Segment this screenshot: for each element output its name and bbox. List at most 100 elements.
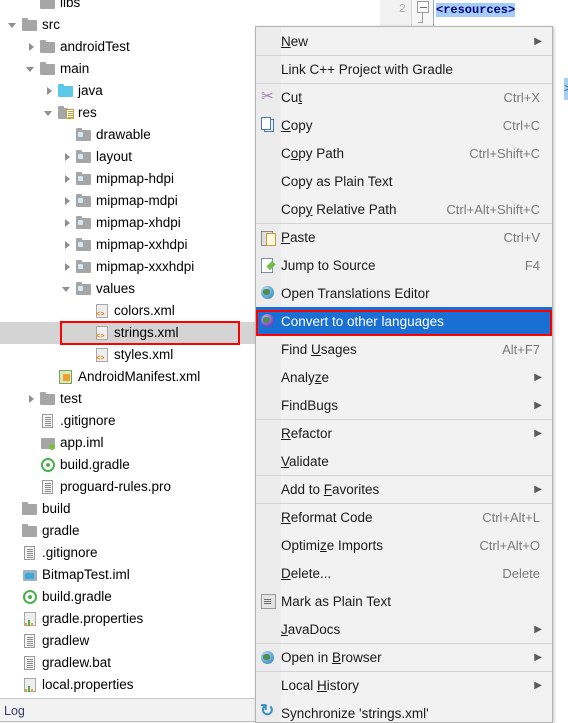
fold-collapse-icon[interactable] <box>417 1 429 13</box>
menu-item-refactor[interactable]: Refactor ▶ <box>256 419 552 447</box>
menu-item-copy[interactable]: Copy Ctrl+C <box>256 111 552 139</box>
tree-row-selected[interactable]: <> strings.xml <box>0 322 257 344</box>
tree-row-label: app.iml <box>60 435 104 450</box>
menu-item-cut[interactable]: Cut Ctrl+X <box>256 83 552 111</box>
tree-row[interactable]: mipmap-mdpi <box>0 190 257 212</box>
menu-item-mark-as-plain-text[interactable]: Mark as Plain Text <box>256 587 552 615</box>
menu-item-open-translations-editor[interactable]: Open Translations Editor <box>256 279 552 307</box>
tree-row[interactable]: libs <box>0 0 257 14</box>
tree-row[interactable]: <> styles.xml <box>0 344 257 366</box>
tree-row[interactable]: mipmap-xhdpi <box>0 212 257 234</box>
tree-row[interactable]: gradlew.bat <box>0 652 257 674</box>
tree-row[interactable]: app.iml <box>0 432 257 454</box>
chevron-down-icon[interactable] <box>44 108 55 119</box>
chevron-down-icon[interactable] <box>26 64 37 75</box>
tree-row[interactable]: build.gradle <box>0 454 257 476</box>
app-module-icon <box>40 435 56 451</box>
menu-item-javadocs[interactable]: JavaDocs ▶ <box>256 615 552 643</box>
context-menu[interactable]: New ▶ Link C++ Project with Gradle Cut Ctrl+… <box>255 26 553 723</box>
tree-row[interactable]: BitmapTest.iml <box>0 564 257 586</box>
tree-row[interactable]: layout <box>0 146 257 168</box>
submenu-arrow-icon: ▶ <box>534 484 542 495</box>
menu-item-label: JavaDocs <box>281 621 341 637</box>
chevron-right-icon[interactable] <box>62 262 73 273</box>
module-file-icon <box>22 567 38 583</box>
chevron-right-icon[interactable] <box>62 152 73 163</box>
tree-row[interactable]: .gitignore <box>0 410 257 432</box>
chevron-right-icon[interactable] <box>62 240 73 251</box>
menu-item-shortcut: Ctrl+V <box>503 230 540 245</box>
log-label[interactable]: Log <box>4 704 25 718</box>
tree-row[interactable]: .gitignore <box>0 542 257 564</box>
tree-row[interactable]: build.gradle <box>0 586 257 608</box>
chevron-right-icon[interactable] <box>44 86 55 97</box>
tree-row[interactable]: build <box>0 498 257 520</box>
menu-item-synchronize-strings-xml[interactable]: Synchronize 'strings.xml' <box>256 699 552 722</box>
tree-row[interactable]: drawable <box>0 124 257 146</box>
plain-text-icon <box>260 593 276 609</box>
xml-file-icon: <> <box>94 347 110 363</box>
menu-item-copy-relative-path[interactable]: Copy Relative Path Ctrl+Alt+Shift+C <box>256 195 552 223</box>
chevron-down-icon[interactable] <box>62 284 73 295</box>
resource-folder-icon <box>76 127 92 143</box>
menu-item-shortcut: Alt+F7 <box>502 341 540 357</box>
tree-row[interactable]: src <box>0 14 257 36</box>
tree-row[interactable]: gradlew <box>0 630 257 652</box>
menu-item-copy-path[interactable]: Copy Path Ctrl+Shift+C <box>256 139 552 167</box>
properties-file-icon <box>22 611 38 627</box>
menu-item-convert-to-other-languages[interactable]: Convert to other languages <box>256 307 552 335</box>
menu-item-findbugs[interactable]: FindBugs ▶ <box>256 391 552 419</box>
menu-item-label: Validate <box>281 453 329 469</box>
tree-row[interactable]: mipmap-xxhdpi <box>0 234 257 256</box>
chevron-right-icon[interactable] <box>62 174 73 185</box>
tree-row[interactable]: java <box>0 80 257 102</box>
chevron-right-icon[interactable] <box>62 218 73 229</box>
resource-folder-icon <box>76 237 92 253</box>
tree-row[interactable]: androidTest <box>0 36 257 58</box>
menu-item-copy-as-plain-text[interactable]: Copy as Plain Text <box>256 167 552 195</box>
tree-row[interactable]: main <box>0 58 257 80</box>
submenu-arrow-icon: ▶ <box>534 623 542 635</box>
menu-item-link-c-project-with-gradle[interactable]: Link C++ Project with Gradle <box>256 55 552 83</box>
tree-row[interactable]: gradle.properties <box>0 608 257 630</box>
menu-item-reformat-code[interactable]: Reformat Code Ctrl+Alt+L <box>256 503 552 531</box>
menu-item-local-history[interactable]: Local History ▶ <box>256 671 552 699</box>
chevron-down-icon[interactable] <box>8 20 19 31</box>
menu-item-delete[interactable]: Delete... Delete <box>256 559 552 587</box>
tree-row[interactable]: local.properties <box>0 674 257 696</box>
code-line-resources: <resources> <box>436 3 516 17</box>
menu-item-validate[interactable]: Validate <box>256 447 552 475</box>
menu-item-open-in-browser[interactable]: Open in Browser ▶ <box>256 643 552 671</box>
tree-row[interactable]: values <box>0 278 257 300</box>
copy-icon <box>260 117 276 133</box>
tree-row[interactable]: <> colors.xml <box>0 300 257 322</box>
chevron-right-icon[interactable] <box>26 42 37 53</box>
resource-folder-icon <box>76 171 92 187</box>
tree-row[interactable]: gradle <box>0 520 257 542</box>
menu-item-jump-to-source[interactable]: Jump to Source F4 <box>256 251 552 279</box>
menu-item-list[interactable]: New ▶ Link C++ Project with Gradle Cut Ctrl+… <box>256 27 552 722</box>
tree-row-label: gradle <box>42 523 80 538</box>
menu-item-analyze[interactable]: Analyze ▶ <box>256 363 552 391</box>
menu-item-find-usages[interactable]: Find Usages Alt+F7 <box>256 335 552 363</box>
tree-row[interactable]: mipmap-hdpi <box>0 168 257 190</box>
tree-row[interactable]: mipmap-xxxhdpi <box>0 256 257 278</box>
chevron-right-icon[interactable] <box>62 196 73 207</box>
menu-item-new[interactable]: New ▶ <box>256 27 552 55</box>
tree-row[interactable]: proguard-rules.pro <box>0 476 257 498</box>
tree-row[interactable]: AndroidManifest.xml <box>0 366 257 388</box>
menu-item-optimize-imports[interactable]: Optimize Imports Ctrl+Alt+O <box>256 531 552 559</box>
tree-row[interactable]: test <box>0 388 257 410</box>
menu-item-label: Delete... <box>281 565 332 581</box>
app-window: 2 <resources> na na > libssrcandroidTest… <box>0 0 568 723</box>
menu-item-add-to-favorites[interactable]: Add to Favorites ▶ <box>256 475 552 503</box>
chevron-right-icon[interactable] <box>26 394 37 405</box>
text-file-icon <box>22 655 38 671</box>
project-tree[interactable]: libs src androidTest main java res drawable lay… <box>0 0 257 698</box>
menu-item-paste[interactable]: Paste Ctrl+V <box>256 223 552 251</box>
tree-row[interactable]: res <box>0 102 257 124</box>
menu-item-shortcut: Ctrl+Alt+Shift+C <box>446 201 540 217</box>
